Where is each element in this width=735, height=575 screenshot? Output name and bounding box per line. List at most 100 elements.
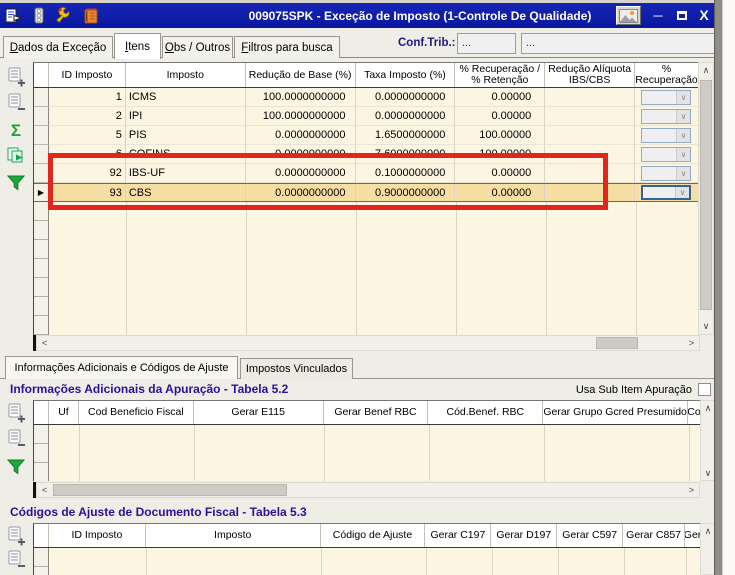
header-gerar-d197[interactable]: Gerar D197 — [491, 524, 557, 547]
tab-obs-outros[interactable]: Obs / Outros — [162, 36, 233, 58]
maximize-button[interactable] — [672, 5, 692, 25]
close-button[interactable]: X — [694, 5, 714, 25]
header-gerar-c857[interactable]: Gerar C857 — [623, 524, 685, 547]
chevron-down-icon[interactable]: ∨ — [676, 148, 690, 161]
chevron-down-icon[interactable]: ∨ — [676, 91, 690, 104]
scroll-up-icon[interactable]: ∧ — [701, 401, 715, 415]
conf-trib-code-field[interactable]: ... — [457, 33, 516, 54]
tab-informacoes-adicionais[interactable]: Informações Adicionais e Códigos de Ajus… — [5, 356, 238, 379]
cell-recuperacao-2[interactable]: ∨ — [635, 88, 698, 107]
recuperacao-combobox[interactable]: ∨ — [641, 166, 691, 181]
usa-sub-item-checkbox[interactable] — [698, 383, 711, 396]
row-selector-marker[interactable]: ▶ — [34, 184, 49, 201]
minimize-button[interactable]: ─ — [648, 5, 668, 25]
header-reducao-base[interactable]: Redução de Base (%) — [246, 63, 356, 87]
table-row-icms[interactable]: 1 ICMS 100.0000000000 0.0000000000 0.000… — [34, 88, 698, 107]
picture-button[interactable] — [616, 6, 641, 25]
header-imposto[interactable]: Imposto — [126, 63, 246, 87]
cell-recuperacao-2[interactable]: ∨ — [635, 184, 698, 201]
header-id-imposto[interactable]: ID Imposto — [49, 524, 146, 547]
row-selector[interactable] — [34, 126, 49, 145]
tab-dados-da-excecao[interactable]: Dados da Exceção — [3, 36, 113, 58]
cell-recuperacao-2[interactable]: ∨ — [635, 126, 698, 145]
tab-itens[interactable]: Itens — [114, 33, 161, 59]
header-clipped[interactable]: Co — [688, 401, 700, 424]
wrench-icon[interactable] — [52, 5, 78, 27]
export-button[interactable] — [4, 144, 28, 168]
vscroll-thumb[interactable] — [700, 80, 712, 310]
chevron-down-icon[interactable]: ∨ — [676, 167, 690, 180]
filter-funnel-button-52[interactable] — [4, 454, 28, 478]
recuperacao-combobox[interactable]: ∨ — [641, 147, 691, 162]
recuperacao-combobox[interactable]: ∨ — [641, 185, 691, 200]
delete-row-button-53[interactable] — [4, 548, 28, 572]
cell-recuperacao[interactable]: 100.00000 — [455, 126, 545, 145]
hscroll-thumb[interactable] — [53, 484, 287, 496]
cell-taxa[interactable]: 0.0000000000 — [356, 107, 456, 126]
scroll-right-icon[interactable]: > — [684, 483, 699, 497]
header-cod-benef-rbc[interactable]: Cód.Benef. RBC — [428, 401, 543, 424]
notebook-icon[interactable] — [78, 5, 104, 27]
filter-funnel-button-53[interactable] — [4, 570, 28, 575]
header-gerar-c597[interactable]: Gerar C597 — [557, 524, 623, 547]
cell-reducao-aliquota[interactable] — [545, 88, 635, 107]
header-gerar-e115[interactable]: Gerar E115 — [194, 401, 324, 424]
cell-reducao-base[interactable]: 0.0000000000 — [246, 126, 356, 145]
sum-button[interactable]: Σ — [4, 118, 28, 142]
header-reducao-aliquota-ibs-cbs[interactable]: Redução Alíquota IBS/CBS — [545, 63, 635, 87]
scroll-up-icon[interactable]: ∧ — [701, 524, 715, 538]
scroll-down-icon[interactable]: ∨ — [699, 319, 713, 334]
tab-impostos-vinculados[interactable]: Impostos Vinculados — [240, 358, 353, 379]
cell-reducao-aliquota[interactable] — [545, 107, 635, 126]
chevron-down-icon[interactable]: ∨ — [676, 110, 690, 123]
cell-recuperacao-2[interactable]: ∨ — [635, 164, 698, 183]
conf-trib-description-field[interactable]: ... — [521, 33, 715, 54]
cell-reducao-base[interactable]: 100.0000000000 — [246, 107, 356, 126]
header-recuperacao-2[interactable]: % Recuperação — [635, 63, 698, 87]
recuperacao-combobox[interactable]: ∨ — [641, 128, 691, 143]
cell-id[interactable]: 5 — [49, 126, 126, 145]
cell-taxa[interactable]: 1.6500000000 — [356, 126, 456, 145]
cell-id[interactable]: 2 — [49, 107, 126, 126]
header-recuperacao-retencao[interactable]: % Recuperação / % Retenção — [455, 63, 545, 87]
row-selector[interactable] — [34, 145, 49, 164]
recuperacao-combobox[interactable]: ∨ — [641, 90, 691, 105]
cell-reducao-aliquota[interactable] — [545, 126, 635, 145]
scroll-up-icon[interactable]: ∧ — [699, 63, 713, 78]
scroll-right-icon[interactable]: > — [684, 336, 699, 350]
header-id-imposto[interactable]: ID Imposto — [49, 63, 126, 87]
hscroll-thumb[interactable] — [596, 337, 638, 349]
tab-filtros-para-busca[interactable]: Filtros para busca — [234, 36, 340, 58]
header-imposto[interactable]: Imposto — [146, 524, 321, 547]
chevron-down-icon[interactable]: ∨ — [675, 187, 689, 198]
scroll-left-icon[interactable]: < — [37, 336, 52, 350]
cell-recuperacao[interactable]: 0.00000 — [455, 88, 545, 107]
cell-id[interactable]: 1 — [49, 88, 126, 107]
chevron-down-icon[interactable]: ∨ — [676, 129, 690, 142]
add-row-button-53[interactable] — [4, 524, 28, 548]
items-vscrollbar[interactable]: ∧ ∨ — [698, 62, 714, 335]
header-gerar-grupo-gcred[interactable]: Gerar Grupo Gcred Presumido — [543, 401, 688, 424]
header-clipped[interactable]: Ger — [685, 524, 700, 547]
header-taxa-imposto[interactable]: Taxa Imposto (%) — [356, 63, 456, 87]
add-row-button[interactable] — [4, 65, 28, 89]
scroll-left-icon[interactable]: < — [37, 483, 52, 497]
header-gerar-benef-rbc[interactable]: Gerar Benef RBC — [324, 401, 429, 424]
cell-recuperacao[interactable]: 0.00000 — [455, 107, 545, 126]
cell-imposto[interactable]: IPI — [126, 107, 246, 126]
recuperacao-combobox[interactable]: ∨ — [641, 109, 691, 124]
table-row-ipi[interactable]: 2 IPI 100.0000000000 0.0000000000 0.0000… — [34, 107, 698, 126]
delete-row-button-52[interactable] — [4, 427, 28, 451]
cell-imposto[interactable]: PIS — [126, 126, 246, 145]
row-selector[interactable] — [34, 107, 49, 126]
items-hscrollbar[interactable]: < > — [36, 335, 700, 351]
header-uf[interactable]: Uf — [49, 401, 79, 424]
filter-funnel-button[interactable] — [4, 170, 28, 194]
add-row-button-52[interactable] — [4, 401, 28, 425]
header-codigo-ajuste[interactable]: Código de Ajuste — [321, 524, 426, 547]
cell-recuperacao-2[interactable]: ∨ — [635, 107, 698, 126]
header-gerar-c197[interactable]: Gerar C197 — [425, 524, 491, 547]
row-selector[interactable] — [34, 88, 49, 107]
export-document-icon[interactable] — [0, 5, 26, 27]
row-selector[interactable] — [34, 164, 49, 183]
